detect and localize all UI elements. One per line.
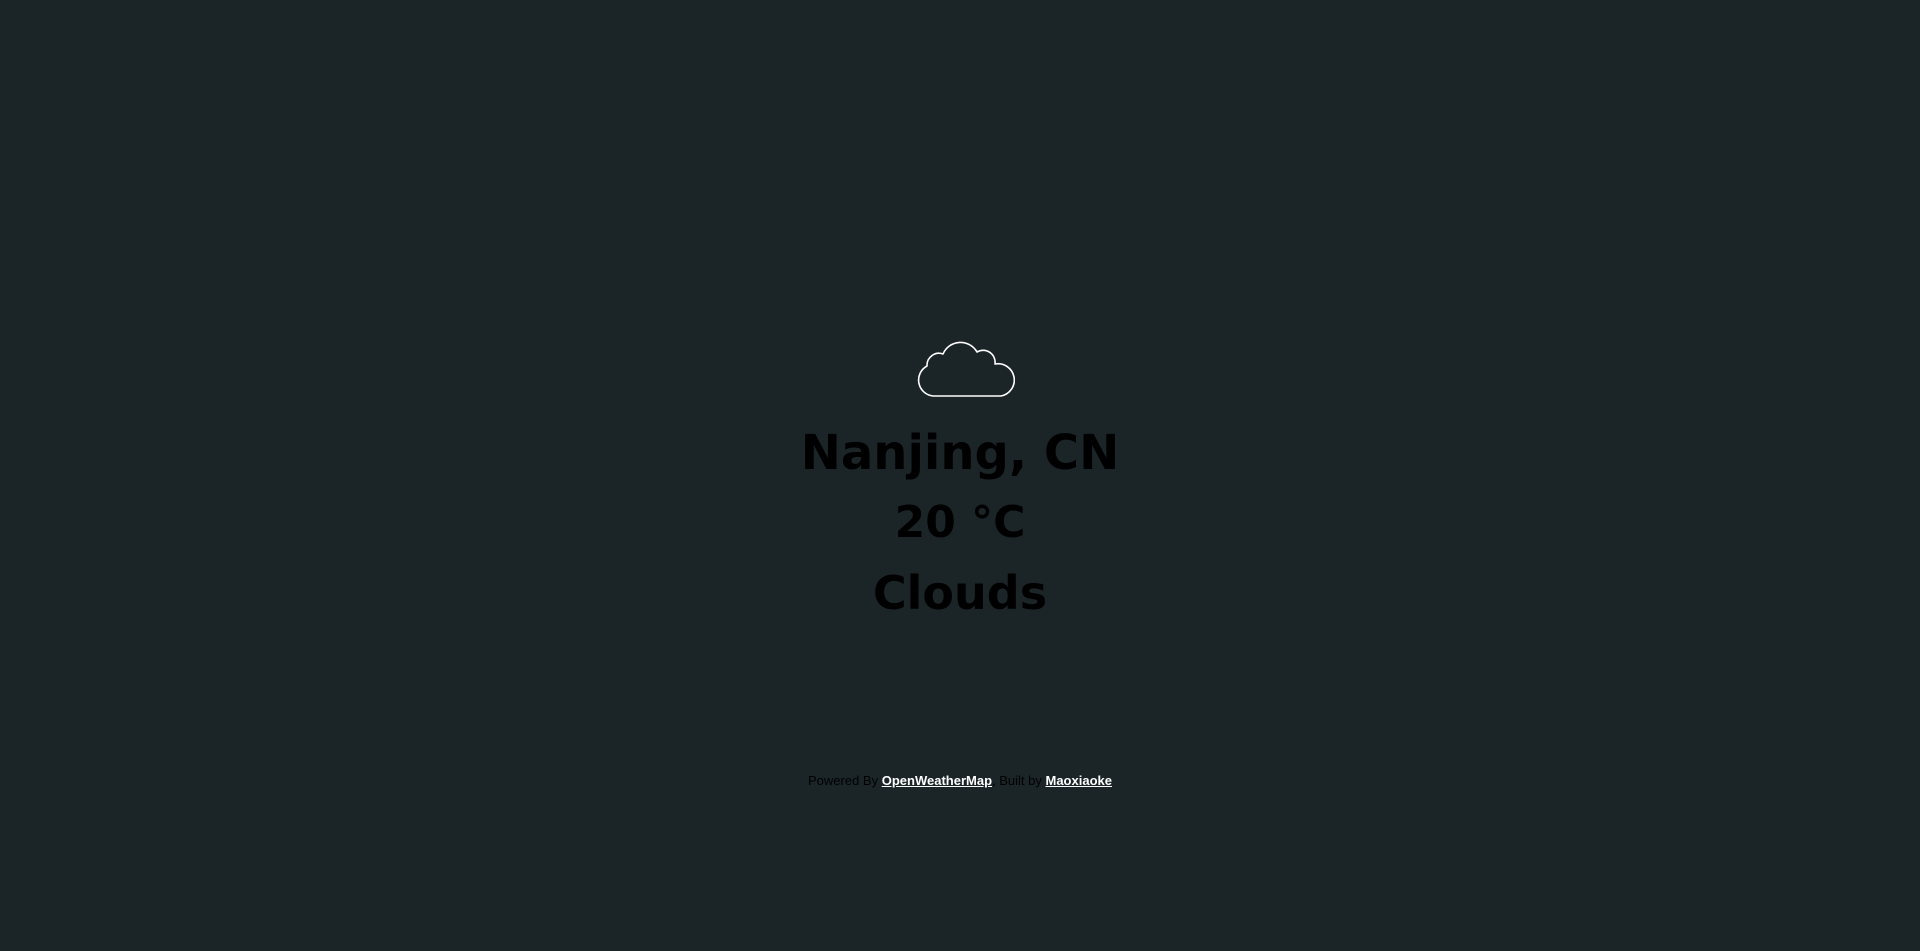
powered-by-label: Powered By: [808, 773, 879, 788]
built-by-label: , Built by: [992, 773, 1042, 788]
weather-panel: Nanjing, CN 20 °C Clouds: [0, 336, 1920, 628]
author-link[interactable]: Maoxiaoke: [1046, 773, 1112, 788]
temperature: 20 °C: [894, 497, 1026, 548]
weather-description: Clouds: [872, 566, 1048, 620]
footer: Powered By OpenWeatherMap, Built by Maox…: [0, 773, 1920, 788]
city-name: Nanjing, CN: [800, 425, 1120, 481]
openweathermap-link[interactable]: OpenWeatherMap: [882, 773, 992, 788]
cloud-icon: [915, 336, 1015, 398]
